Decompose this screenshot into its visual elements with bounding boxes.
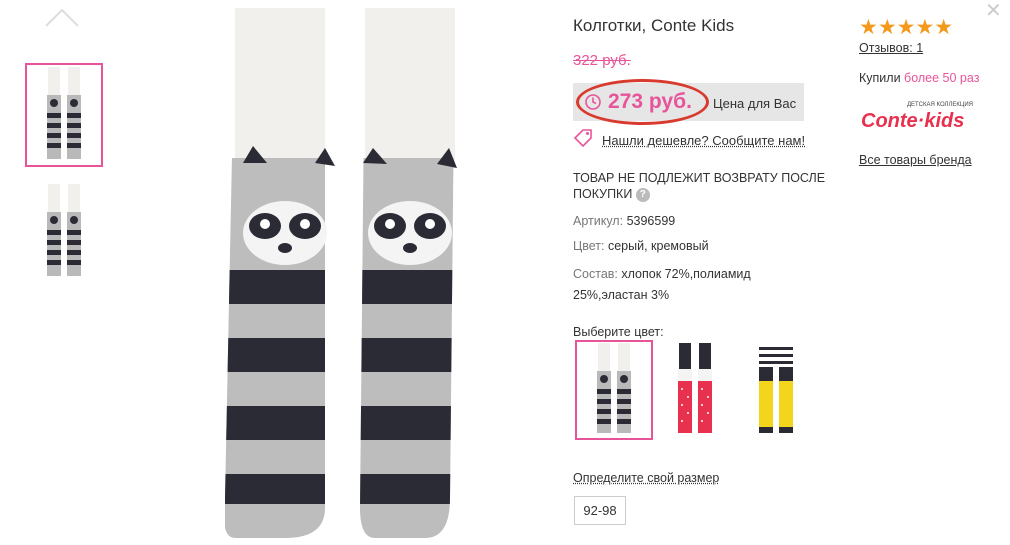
price-label: Цена для Вас [713,96,797,111]
article-label: Артикул: [573,214,624,228]
swatch-image [759,347,793,433]
thumbnail-image [47,67,81,159]
swatch-image [678,343,712,433]
current-price: 273 руб. [608,90,692,113]
article-value: 5396599 [626,214,676,228]
color-swatch-raccoon[interactable] [575,340,653,440]
color-row: Цвет: серый, кремовый [573,239,709,253]
rating-stars: ★★★★★ [859,16,954,39]
no-return-text: ТОВАР НЕ ПОДЛЕЖИТ ВОЗВРАТУ ПОСЛЕ ПОКУПКИ [573,171,826,201]
brand-logo-text: Conte·kids [861,110,965,132]
thumbnail-2[interactable] [25,180,103,284]
found-cheaper-link[interactable]: Нашли дешевле? Сообщите нам! [602,133,805,148]
swatch-image [597,343,631,433]
bought-highlight: более 50 раз [904,71,980,85]
old-price: 322 руб. [573,52,631,69]
size-guide-link[interactable]: Определите свой размер [573,471,719,485]
color-picker-label: Выберите цвет: [573,325,664,339]
color-value: серый, кремовый [607,239,709,253]
composition-label: Состав: [573,267,618,281]
article-row: Артикул: 5396599 [573,214,675,228]
brand-logo-caption: ДЕТСКАЯ КОЛЛЕКЦИЯ [906,102,973,108]
thumbnail-image [47,184,81,276]
product-main-image[interactable] [125,8,545,545]
all-brand-products-link[interactable]: Все товары бренда [859,153,972,167]
thumbnail-1[interactable] [25,63,103,167]
color-swatch-yellow-cat[interactable] [737,340,815,440]
brand-logo[interactable]: ДЕТСКАЯ КОЛЛЕКЦИЯ Conte·kids [861,102,977,138]
bought-count: Купили более 50 раз [859,71,979,85]
color-swatch-red-polka[interactable] [656,340,734,440]
size-option-92-98[interactable]: 92-98 [574,496,626,525]
question-icon[interactable]: ? [635,187,650,202]
product-title: Колготки, Conte Kids [573,16,735,35]
chevron-up-icon[interactable] [44,6,80,28]
price-tag-icon [573,129,592,147]
reviews-link[interactable]: Отзывов: 1 [859,41,923,55]
no-return-notice: ТОВАР НЕ ПОДЛЕЖИТ ВОЗВРАТУ ПОСЛЕ ПОКУПКИ… [573,170,833,202]
color-label-text: Цвет: [573,239,605,253]
clock-icon [585,94,601,110]
composition-row: Состав: хлопок 72%,полиамид 25%,эластан … [573,264,813,306]
close-icon[interactable]: ✕ [985,0,1002,23]
bought-prefix: Купили [859,71,901,85]
